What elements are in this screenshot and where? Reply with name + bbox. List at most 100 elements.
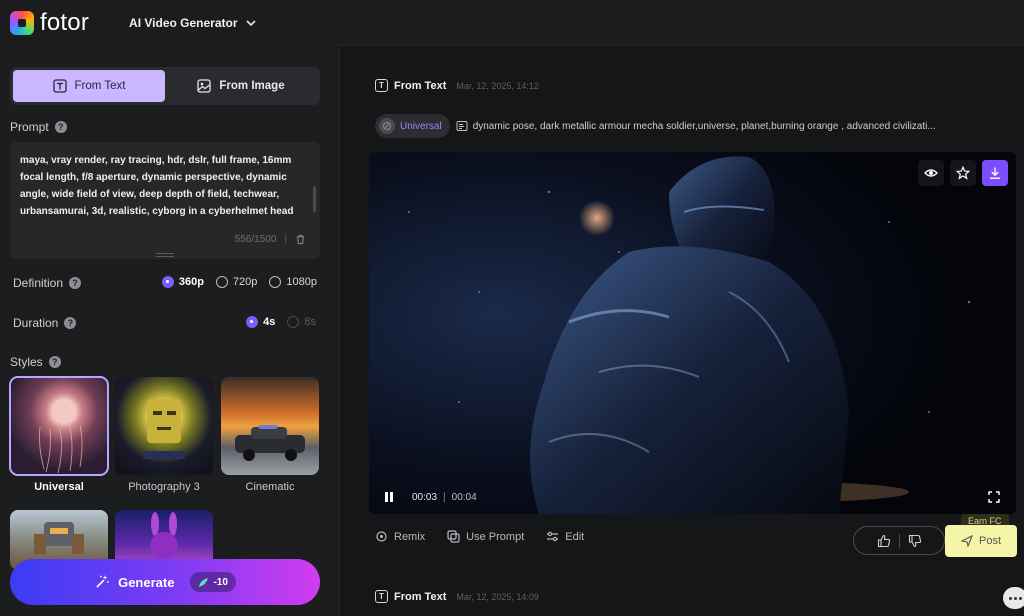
prompt-preview-text: dynamic pose, dark metallic armour mecha… (472, 120, 936, 132)
copy-icon (447, 530, 460, 543)
entry-type-label: From Text (394, 79, 447, 92)
definition-360p-radio[interactable]: 360p (161, 276, 204, 288)
video-controls: 00:03 | 00:04 (369, 480, 1016, 514)
duration-options: 4s 8s (246, 316, 316, 328)
fotor-logo[interactable]: fotor (10, 9, 89, 37)
entry-header: T From Text Mar, 12, 2025, 14:12 (375, 79, 539, 92)
styles-label-text: Styles (10, 355, 43, 369)
style-card-universal[interactable] (9, 376, 109, 476)
duration-8s-radio[interactable]: 8s (287, 316, 316, 328)
style-tag-icon (379, 118, 395, 134)
text-box-icon: T (375, 79, 388, 92)
tool-name: AI Video Generator (129, 15, 238, 30)
prompt-preview[interactable]: dynamic pose, dark metallic armour mecha… (456, 120, 936, 132)
video-frame (369, 152, 1016, 514)
prompt-scrollbar[interactable] (313, 186, 316, 212)
thumbs-down-icon[interactable] (908, 534, 922, 548)
post-label: Post (978, 535, 1001, 547)
more-options-button[interactable] (1003, 587, 1024, 609)
styles-label: Styles ? (10, 355, 61, 369)
top-bar: fotor AI Video Generator (0, 0, 1024, 46)
help-icon[interactable]: ? (48, 356, 61, 368)
car-thumbnail (235, 425, 305, 461)
magic-wand-icon (96, 575, 109, 588)
style-label-universal: Universal (34, 481, 84, 493)
action-label: Edit (565, 530, 585, 543)
prompt-textarea[interactable]: maya, vray render, ray tracing, hdr, dsl… (10, 142, 320, 259)
video-player[interactable]: 00:03 | 00:04 (369, 152, 1016, 514)
prompt-label-text: Prompt (10, 120, 49, 134)
radio-label: 720p (232, 276, 258, 288)
help-icon[interactable]: ? (64, 317, 77, 329)
prompt-footer: 556/1500 | (235, 234, 306, 245)
download-icon (990, 167, 1000, 179)
style-label-photography-3: Photography 3 (128, 481, 200, 493)
style-label-cinematic: Cinematic (245, 481, 295, 493)
style-tag: Universal (375, 114, 450, 138)
vote-divider (898, 533, 900, 548)
help-icon[interactable]: ? (54, 121, 67, 133)
generate-button[interactable]: Generate -10 (10, 559, 320, 605)
feedback-vote (853, 526, 945, 555)
definition-label: Definition ? (13, 276, 82, 290)
text-box-icon: T (375, 590, 388, 603)
resize-handle[interactable] (156, 253, 174, 257)
sliders-icon (547, 531, 559, 542)
entry-date: Mar, 12, 2025, 14:09 (456, 591, 539, 602)
radio-dot (246, 316, 259, 328)
chevron-down-icon (245, 19, 256, 26)
action-label: Remix (394, 530, 426, 543)
style-tag-label: Universal (400, 120, 442, 132)
tab-from-image[interactable]: From Image (165, 70, 317, 102)
style-card-cinematic[interactable] (221, 377, 319, 475)
dot (1018, 596, 1022, 600)
radio-dot (215, 276, 228, 288)
definition-720p-radio[interactable]: 720p (215, 276, 258, 288)
dot (1013, 596, 1017, 600)
pause-icon[interactable] (383, 491, 395, 503)
fullscreen-icon[interactable] (988, 491, 1000, 503)
tab-label: From Image (219, 80, 285, 92)
dot (1008, 596, 1012, 600)
char-count: 556/1500 (234, 234, 277, 245)
tool-selector-dropdown[interactable]: AI Video Generator (129, 15, 256, 30)
thumbs-up-icon[interactable] (877, 534, 891, 548)
definition-1080p-radio[interactable]: 1080p (269, 276, 317, 288)
remix-button[interactable]: Remix (375, 530, 425, 543)
favorite-button[interactable] (950, 160, 976, 186)
mask-thumbnail (143, 399, 185, 459)
help-icon[interactable]: ? (69, 277, 82, 289)
entry-type: T From Text (375, 79, 446, 92)
mode-tabs: From Text From Image (10, 67, 320, 105)
preview-button[interactable] (918, 160, 944, 186)
video-duration: 00:04 (451, 491, 477, 503)
use-prompt-button[interactable]: Use Prompt (447, 530, 524, 543)
remix-icon (376, 531, 387, 542)
action-label: Use Prompt (466, 530, 525, 543)
generator-panel: From Text From Image Prompt ? maya, vray… (0, 47, 340, 616)
credit-cost-badge: -10 (190, 572, 236, 592)
entry-type-label: From Text (394, 590, 447, 603)
edit-button[interactable]: Edit (546, 530, 584, 543)
radio-label: 4s (263, 316, 276, 328)
send-icon (960, 535, 973, 547)
radio-label: 360p (178, 276, 204, 288)
duration-label: Duration ? (13, 316, 77, 330)
radio-label: 8s (304, 316, 316, 328)
tab-label: From Text (74, 80, 126, 92)
feather-credit-icon (199, 577, 209, 587)
prompt-text[interactable]: maya, vray render, ray tracing, hdr, dsl… (20, 152, 300, 229)
trash-icon[interactable] (295, 234, 306, 245)
tab-from-text[interactable]: From Text (13, 70, 165, 102)
fotor-logo-icon (10, 10, 34, 35)
image-icon (197, 79, 212, 93)
duration-4s-radio[interactable]: 4s (246, 316, 275, 328)
style-card-photography-3[interactable] (115, 377, 213, 475)
download-button[interactable] (982, 160, 1008, 186)
entry-tags: Universal dynamic pose, dark metallic ar… (375, 114, 936, 138)
entry-actions: Remix Use Prompt Edit (375, 530, 584, 543)
generate-label: Generate (118, 574, 175, 590)
text-box-icon (52, 79, 67, 93)
prompt-text-icon (456, 121, 468, 131)
post-button[interactable]: Post (945, 525, 1017, 557)
